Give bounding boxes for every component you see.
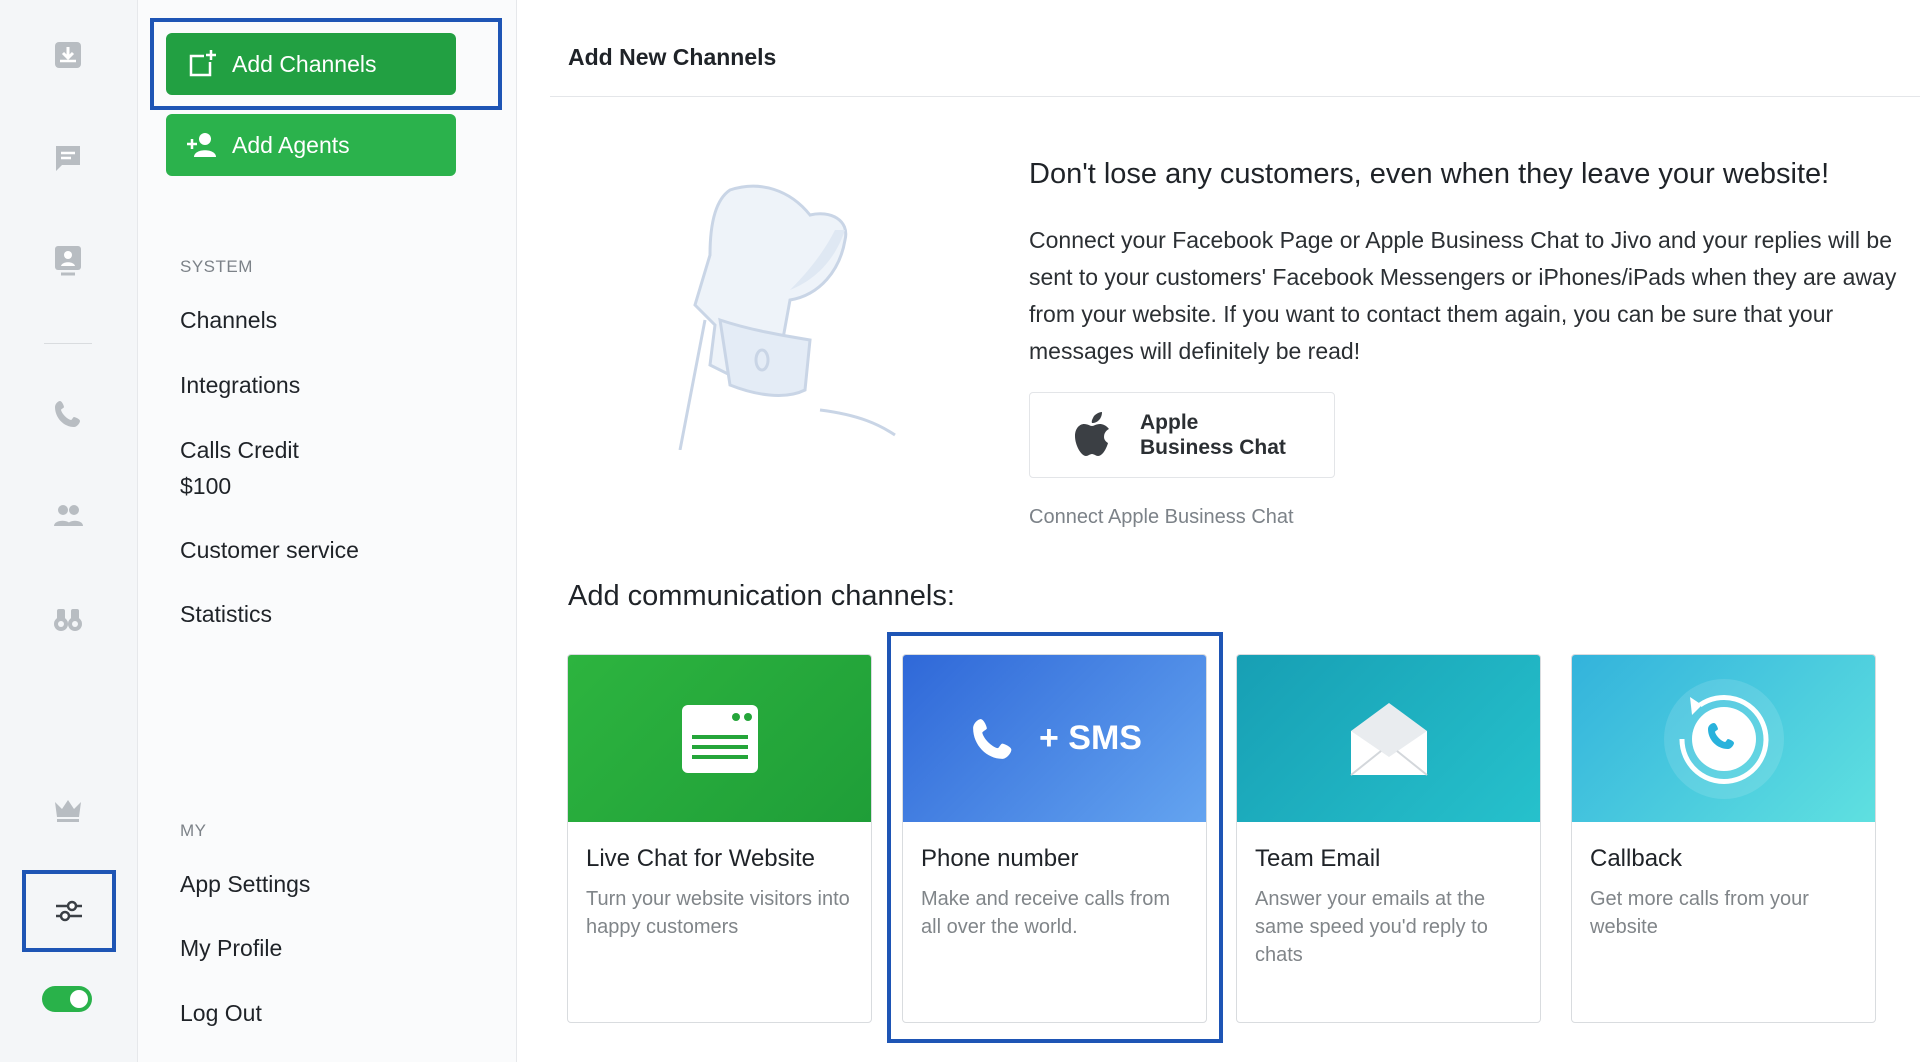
card-description: Make and receive calls from all over the…: [921, 888, 1170, 938]
menu-item-integrations[interactable]: Integrations: [180, 367, 300, 403]
card-description: Get more calls from your website: [1590, 888, 1809, 938]
contact-card-icon[interactable]: [34, 226, 102, 294]
card-banner: [1237, 655, 1540, 822]
envelope-icon: [1349, 702, 1428, 776]
inbox-icon[interactable]: [34, 21, 102, 89]
card-title: Callback: [1590, 845, 1683, 872]
card-title: Live Chat for Website: [586, 845, 815, 872]
callback-icon: [1663, 678, 1784, 799]
team-icon[interactable]: [34, 482, 102, 550]
card-title: Team Email: [1255, 845, 1381, 872]
menu-item-my-profile[interactable]: My Profile: [180, 930, 282, 966]
menu-item-customer-service[interactable]: Customer service: [180, 532, 359, 568]
card-banner: [568, 655, 871, 822]
chat-window-icon: [681, 704, 758, 773]
settings-menu: Add Channels Add Agents SYSTEM Channels …: [138, 0, 517, 1062]
card-banner: [1572, 655, 1875, 822]
promo-heading: Don't lose any customers, even when they…: [1029, 158, 1830, 190]
add-agents-label: Add Agents: [232, 131, 350, 158]
chat-icon[interactable]: [34, 124, 102, 192]
phone-icon[interactable]: [34, 380, 102, 448]
menu-item-channels[interactable]: Channels: [180, 302, 277, 338]
crown-icon[interactable]: [34, 775, 102, 843]
card-title: Phone number: [921, 845, 1079, 872]
title-divider: [550, 96, 1920, 97]
menu-item-calls-credit[interactable]: Calls Credit $100: [180, 432, 299, 504]
calls-credit-amount: $100: [180, 473, 232, 499]
settings-sliders-icon[interactable]: [22, 870, 116, 952]
promo-text: Connect your Facebook Page or Apple Busi…: [1029, 227, 1897, 364]
system-section-label: SYSTEM: [180, 257, 253, 276]
channel-card-phone[interactable]: + SMS Phone number Make and receive call…: [902, 654, 1207, 1023]
card-description: Turn your website visitors into happy cu…: [586, 888, 850, 938]
my-section-label: MY: [180, 821, 207, 840]
add-user-icon: [187, 133, 216, 157]
card-banner: + SMS: [903, 655, 1206, 822]
phone-icon: [973, 718, 1012, 759]
apple-business-chat-button[interactable]: Apple Business Chat: [1029, 392, 1335, 478]
apple-caption: Connect Apple Business Chat: [1029, 506, 1294, 528]
menu-item-log-out[interactable]: Log Out: [180, 995, 262, 1031]
apple-icon: [1075, 412, 1109, 456]
icon-rail: [0, 0, 138, 1062]
menu-item-statistics[interactable]: Statistics: [180, 596, 272, 632]
channel-card-callback[interactable]: Callback Get more calls from your websit…: [1571, 654, 1876, 1023]
channel-card-live-chat[interactable]: Live Chat for Website Turn your website …: [567, 654, 872, 1023]
add-channels-label: Add Channels: [232, 50, 377, 77]
status-toggle[interactable]: [42, 986, 92, 1012]
apple-label: Apple Business Chat: [1140, 410, 1286, 460]
apple-line1: Apple: [1140, 411, 1199, 434]
menu-item-app-settings[interactable]: App Settings: [180, 866, 310, 902]
rail-divider: [44, 343, 92, 344]
channels-heading: Add communication channels:: [568, 580, 955, 612]
page-title: Add New Channels: [568, 44, 777, 70]
customer-illustration: [678, 184, 896, 450]
channel-card-team-email[interactable]: Team Email Answer your emails at the sam…: [1236, 654, 1541, 1023]
sms-badge: + SMS: [1039, 719, 1142, 757]
binoculars-icon[interactable]: [34, 585, 102, 653]
toggle-knob: [70, 990, 88, 1008]
add-agents-button[interactable]: Add Agents: [166, 114, 456, 176]
add-channels-button[interactable]: Add Channels: [166, 33, 456, 95]
apple-line2: Business Chat: [1140, 436, 1286, 459]
calls-credit-label: Calls Credit: [180, 437, 299, 463]
add-window-icon: [189, 50, 216, 77]
main-content: Add New Channels Don't lose any customer…: [550, 0, 1920, 1062]
card-description: Answer your emails at the same speed you…: [1255, 888, 1488, 966]
